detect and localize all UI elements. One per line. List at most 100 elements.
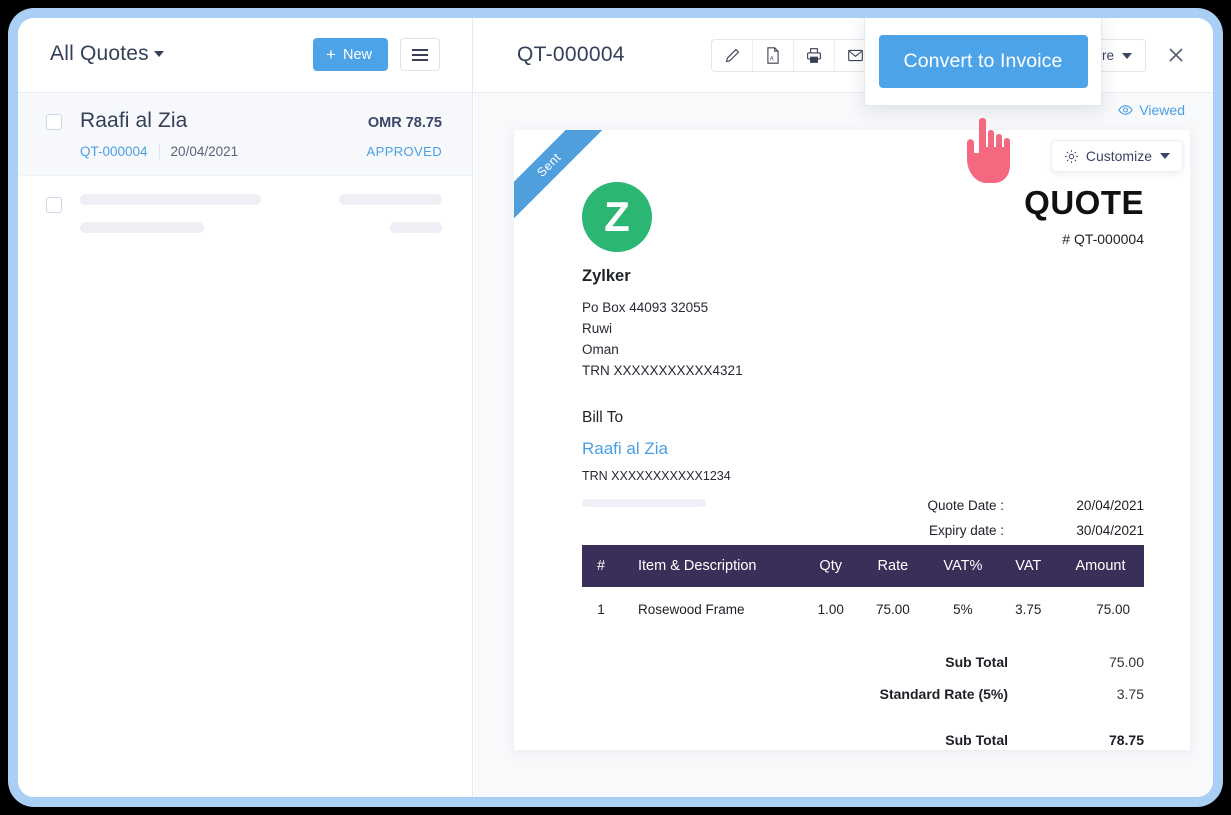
subtotal-value: 75.00 [1108,654,1144,670]
viewed-status[interactable]: Viewed [1118,102,1185,118]
list-options-button[interactable] [400,38,440,71]
customize-label: Customize [1085,148,1152,164]
quote-dates: Quote Date : 20/04/2021 Expiry date : 30… [844,493,1144,543]
totals-block: Sub Total 75.00 Standard Rate (5%) 3.75 … [814,646,1144,750]
bill-to-trn: TRN XXXXXXXXXXX1234 [582,469,731,483]
viewed-label: Viewed [1139,102,1185,118]
chevron-down-icon [1122,52,1132,59]
row-checkbox[interactable] [46,197,62,213]
placeholder-line [80,222,442,233]
subtotal2-label: Sub Total [945,732,1008,748]
document-body: Z Zylker Po Box 44093 32055 Ruwi Oman TR… [514,130,1190,750]
expiry-date-value: 30/04/2021 [1076,523,1144,538]
address-line: Po Box 44093 32055 [582,300,709,315]
col-amount: Amount [1057,545,1144,587]
col-rate: Rate [859,545,927,587]
address-line: Oman [582,342,619,357]
pdf-file-icon[interactable]: A [753,40,794,71]
detail-action-icons: A [711,39,877,72]
standard-rate-value: 3.75 [1116,686,1144,702]
cell-rate: 75.00 [875,602,910,617]
row-secondary-line: QT-000004 20/04/2021 APPROVED [80,144,442,159]
list-filter-label: All Quotes [50,42,149,65]
quote-list-item[interactable]: Raafi al Zia OMR 78.75 QT-000004 20/04/2… [18,93,472,176]
list-filter-dropdown[interactable]: All Quotes [50,42,164,66]
subtotal-label: Sub Total [945,654,1008,670]
close-button[interactable] [1161,40,1191,70]
app-window: All Quotes + New Raafi al Zia OMR 78.75 [18,18,1213,797]
col-qty: Qty [801,545,860,587]
list-item-placeholder [18,176,472,255]
address-line: TRN XXXXXXXXXXX4321 [582,363,743,378]
cell-vat: 3.75 [1015,602,1042,617]
row-meta: QT-000004 20/04/2021 [80,144,238,159]
quotes-list-panel: All Quotes + New Raafi al Zia OMR 78.75 [18,18,473,797]
table-header-row: # Item & Description Qty Rate VAT% VAT A… [582,545,1144,587]
hamburger-icon-bar [412,53,428,56]
quote-date-value: 20/04/2021 [1076,498,1144,513]
cell-index: 1 [597,602,605,617]
line-items-table: # Item & Description Qty Rate VAT% VAT A… [582,545,1144,632]
company-address: Po Box 44093 32055 Ruwi Oman TRN XXXXXXX… [582,297,1144,381]
list-header: All Quotes + New [18,18,472,93]
total-row: Sub Total 78.75 [814,724,1144,750]
meta-divider [158,144,160,159]
bill-to-customer-link[interactable]: Raafi al Zia [582,439,1144,459]
printer-icon[interactable] [794,40,835,71]
subtotal2-value: 78.75 [1108,732,1144,748]
cell-qty: 1.00 [817,602,844,617]
quote-number: QT-000004 [80,144,148,159]
table-row: 1 Rosewood Frame 1.00 75.00 5% 3.75 75.0… [582,587,1144,632]
svg-text:A: A [770,57,774,63]
company-name: Zylker [582,267,631,285]
quote-date-label: Quote Date : [927,498,1004,513]
col-vat-percent: VAT% [926,545,1000,587]
edit-pencil-icon[interactable] [712,40,753,71]
address-line: Ruwi [582,321,613,336]
date-row: Expiry date : 30/04/2021 [844,518,1144,543]
total-row: Standard Rate (5%) 3.75 [814,678,1144,710]
new-quote-button[interactable]: + New [313,38,388,71]
bill-to-label: Bill To [582,409,624,426]
document-title: QUOTE [1024,184,1144,221]
convert-to-invoice-button[interactable]: Convert to Invoice [878,34,1088,88]
placeholder-bar [80,194,261,205]
standard-rate-label: Standard Rate (5%) [879,686,1008,702]
quote-customer-name: Raafi al Zia [80,109,188,132]
browser-frame: All Quotes + New Raafi al Zia OMR 78.75 [8,8,1223,807]
quote-amount: OMR 78.75 [367,115,442,131]
hamburger-icon-bar [412,58,428,61]
customize-button[interactable]: Customize [1050,140,1183,172]
placeholder-line [80,194,442,205]
col-vat: VAT [999,545,1057,587]
page-title: QT-000004 [517,43,625,66]
detail-header: QT-000004 A Convert to Invoice [474,18,1213,106]
total-row: Sub Total 75.00 [814,646,1144,678]
row-primary-line: Raafi al Zia OMR 78.75 [80,109,442,133]
eye-icon [1118,105,1134,115]
placeholder-bar [390,222,442,233]
new-quote-label: New [342,46,372,63]
cell-amount: 75.00 [1096,602,1130,617]
placeholder-bar [339,194,442,205]
gear-icon [1064,149,1078,163]
chevron-down-icon [153,51,164,58]
document-type-block: QUOTE # QT-000004 [1024,184,1144,247]
col-index: # [582,545,620,587]
company-logo: Z [582,182,652,252]
cell-item: Rosewood Frame [638,602,745,617]
bill-to-placeholder-bar [582,499,706,507]
status-badge: APPROVED [366,144,442,159]
placeholder-bar [80,222,204,233]
quote-detail-panel: QT-000004 A Convert to Invoice Viewed Cu… [474,18,1213,797]
col-item: Item & Description [620,545,802,587]
chevron-down-icon [1160,153,1170,159]
cell-vat-percent: 5% [953,602,973,617]
document-number: # QT-000004 [1062,231,1144,247]
quote-document-preview: Sent Z Zylker Po Box 44093 32055 Ruwi Om… [514,130,1190,750]
expiry-date-label: Expiry date : [928,523,1004,538]
row-checkbox[interactable] [46,114,62,130]
plus-icon: + [326,45,336,64]
hamburger-icon-bar [412,48,428,51]
convert-to-invoice-popup: Convert to Invoice [864,18,1102,106]
